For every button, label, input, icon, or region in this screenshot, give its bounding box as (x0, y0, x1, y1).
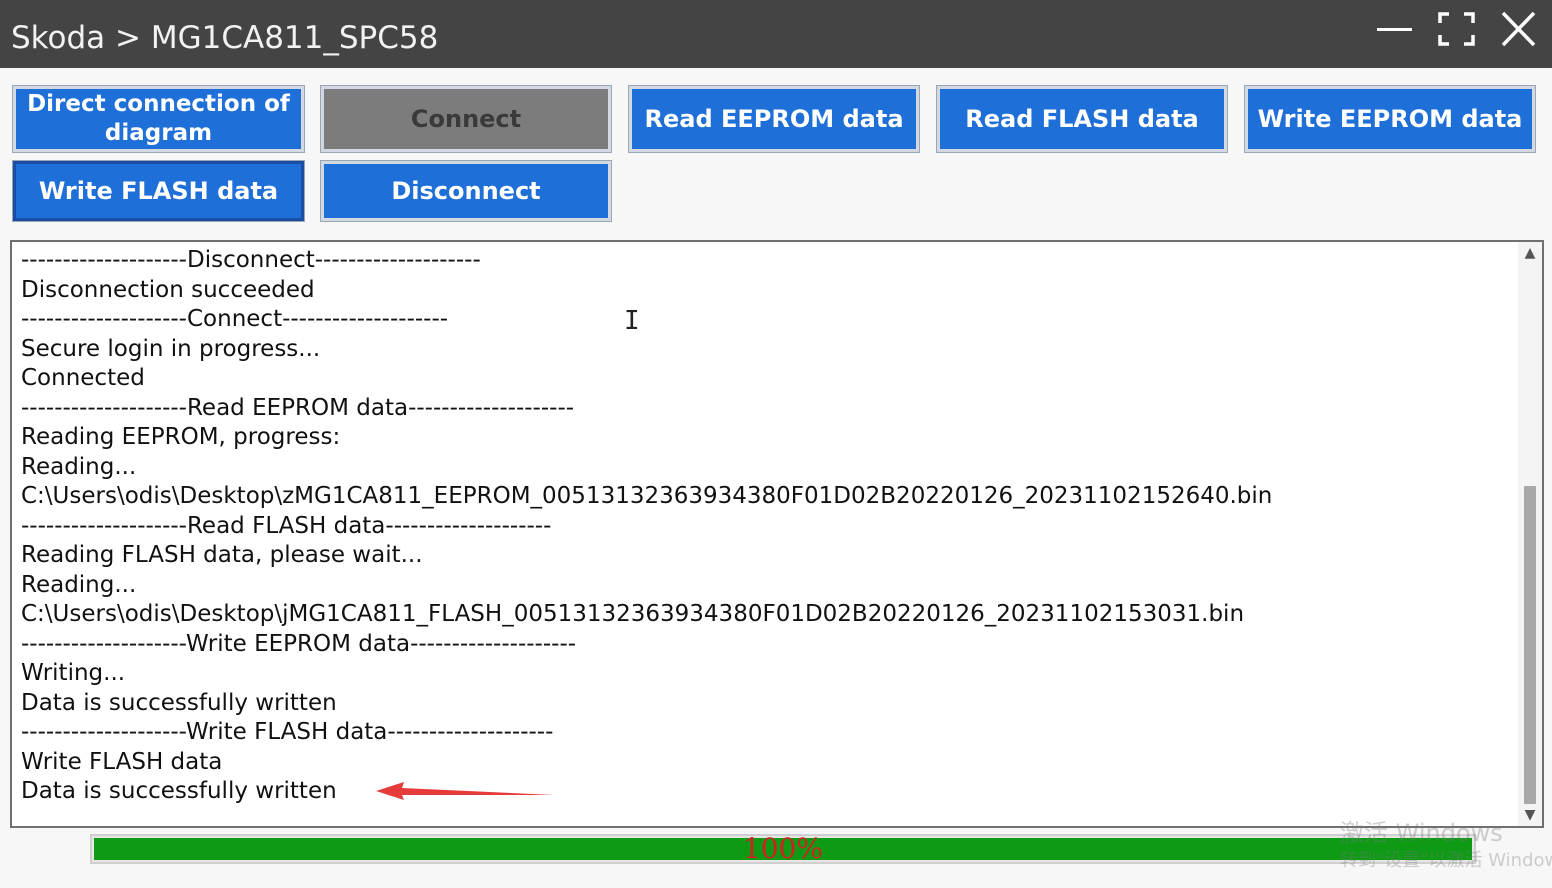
log-line: Write FLASH data (21, 748, 223, 775)
direct-connection-button[interactable]: Direct connection of diagram (12, 85, 305, 153)
progress-bar: 100% (90, 832, 1476, 865)
minimize-button[interactable] (1372, 8, 1417, 50)
close-button[interactable] (1496, 8, 1541, 50)
close-icon (1501, 11, 1536, 47)
write-eeprom-button[interactable]: Write EEPROM data (1244, 85, 1536, 153)
maximize-button[interactable] (1434, 8, 1479, 50)
connect-button[interactable]: Connect (320, 85, 612, 153)
log-lines: --------------------Disconnect----------… (21, 246, 1512, 807)
progress-label: 100% (742, 832, 824, 865)
log-line: Reading EEPROM, progress: (21, 424, 341, 450)
log-line: C:\Users\odis\Desktop\zMG1CA811_EEPROM_0… (21, 483, 1273, 509)
disconnect-button[interactable]: Disconnect (320, 160, 612, 222)
log-line: Secure login in progress... (21, 335, 321, 362)
read-flash-button[interactable]: Read FLASH data (936, 85, 1228, 153)
log-line: Reading FLASH data, please wait... (21, 542, 423, 568)
log-line: Reading... (21, 453, 137, 480)
minimize-icon (1377, 28, 1412, 31)
write-flash-button[interactable]: Write FLASH data (12, 160, 305, 222)
maximize-icon (1438, 12, 1475, 46)
log-line: C:\Users\odis\Desktop\jMG1CA811_FLASH_00… (21, 601, 1245, 627)
log-line: --------------------Connect-------------… (21, 306, 449, 332)
app-window: Skoda > MG1CA811_SPC58 Direct connection… (0, 0, 1552, 888)
log-line: --------------------Write FLASH data----… (21, 719, 554, 745)
text-cursor-icon: I (624, 306, 640, 336)
annotation-arrow-icon (376, 782, 554, 800)
title-bar: Skoda > MG1CA811_SPC58 (0, 0, 1552, 68)
scroll-thumb[interactable] (1524, 486, 1536, 804)
log-line: --------------------Disconnect----------… (21, 247, 481, 273)
log-line: --------------------Read EEPROM data----… (21, 394, 575, 421)
log-output[interactable]: --------------------Disconnect----------… (10, 240, 1544, 828)
log-line: Connected (21, 365, 145, 391)
read-eeprom-button[interactable]: Read EEPROM data (628, 85, 920, 153)
log-line: --------------------Read FLASH data-----… (21, 512, 552, 539)
log-line: --------------------Write EEPROM data---… (21, 630, 577, 657)
log-line: Reading... (21, 571, 137, 598)
log-line: Writing... (21, 660, 126, 686)
log-scrollbar[interactable]: ▲ ▼ (1518, 242, 1542, 826)
window-title: Skoda > MG1CA811_SPC58 (11, 20, 439, 56)
log-line: Disconnection succeeded (21, 276, 315, 303)
scroll-down-arrow-icon[interactable]: ▼ (1518, 804, 1542, 826)
scroll-up-arrow-icon[interactable]: ▲ (1518, 242, 1542, 264)
log-line: Data is successfully written (21, 689, 337, 716)
log-line: Data is successfully written (21, 778, 337, 804)
